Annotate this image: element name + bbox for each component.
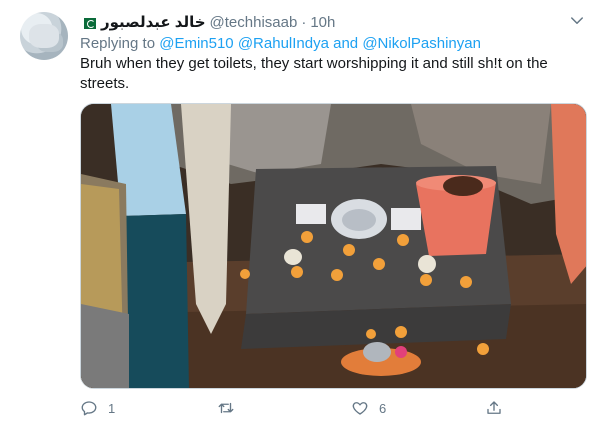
chevron-down-icon[interactable] [568, 12, 586, 30]
avatar-image [29, 24, 59, 48]
like-button[interactable]: 6 [351, 398, 386, 418]
separator-dot: · [301, 14, 307, 31]
mention-link[interactable]: @RahulIndya [238, 35, 329, 52]
share-icon [487, 401, 501, 414]
mention-link[interactable]: @NikolPashinyan [362, 35, 481, 52]
share-button[interactable] [485, 398, 513, 418]
tweet[interactable]: خالد عبدلصبور @techhisaab · 10h Replying… [0, 0, 606, 430]
replying-prefix: Replying to [80, 35, 156, 52]
photo-content [81, 104, 586, 388]
mention-link[interactable]: @Emin510 [159, 35, 233, 52]
tweet-photo[interactable] [80, 103, 587, 389]
reply-button[interactable]: 1 [80, 398, 115, 418]
timestamp[interactable]: 10h [310, 13, 335, 33]
tweet-header: خالد عبدلصبور @techhisaab · 10h [80, 12, 335, 34]
retweet-icon [218, 402, 234, 414]
display-name[interactable]: خالد عبدلصبور [101, 13, 206, 33]
tweet-text: Bruh when they get toilets, they start w… [80, 55, 548, 92]
avatar[interactable] [20, 12, 68, 60]
retweet-button[interactable] [217, 398, 245, 418]
heart-icon [352, 402, 368, 415]
pakistan-flag-icon [80, 17, 96, 29]
user-handle[interactable]: @techhisaab [210, 13, 298, 33]
tweet-actions: 1 6 [80, 398, 510, 418]
reply-icon [81, 401, 97, 416]
reply-count: 1 [108, 400, 116, 416]
replying-and: and [333, 35, 359, 52]
like-count: 6 [379, 400, 387, 416]
replying-to-line: Replying to @Emin510 @RahulIndya and @Ni… [80, 34, 481, 54]
